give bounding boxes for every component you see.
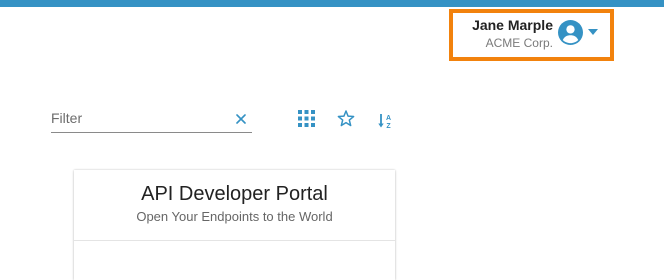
user-menu[interactable]: Jane Marple ACME Corp. [449,9,614,61]
sort-icon[interactable]: A Z [378,113,393,129]
filter-input[interactable]: Filter [51,108,252,133]
api-card[interactable]: API Developer Portal Open Your Endpoints… [74,170,395,280]
filter-placeholder: Filter [51,110,83,126]
user-name: Jane Marple [472,17,553,33]
chevron-down-icon[interactable] [588,29,598,36]
user-organization: ACME Corp. [485,36,553,50]
grid-view-icon[interactable] [298,110,315,127]
svg-text:Z: Z [386,123,391,129]
card-title: API Developer Portal [141,183,328,205]
account-circle-icon[interactable] [558,20,583,45]
clear-icon[interactable] [236,114,246,124]
top-accent-bar [0,0,664,7]
card-subtitle: Open Your Endpoints to the World [136,209,333,224]
svg-text:A: A [386,115,391,122]
card-divider [74,240,395,241]
favorites-star-icon[interactable] [336,109,356,128]
